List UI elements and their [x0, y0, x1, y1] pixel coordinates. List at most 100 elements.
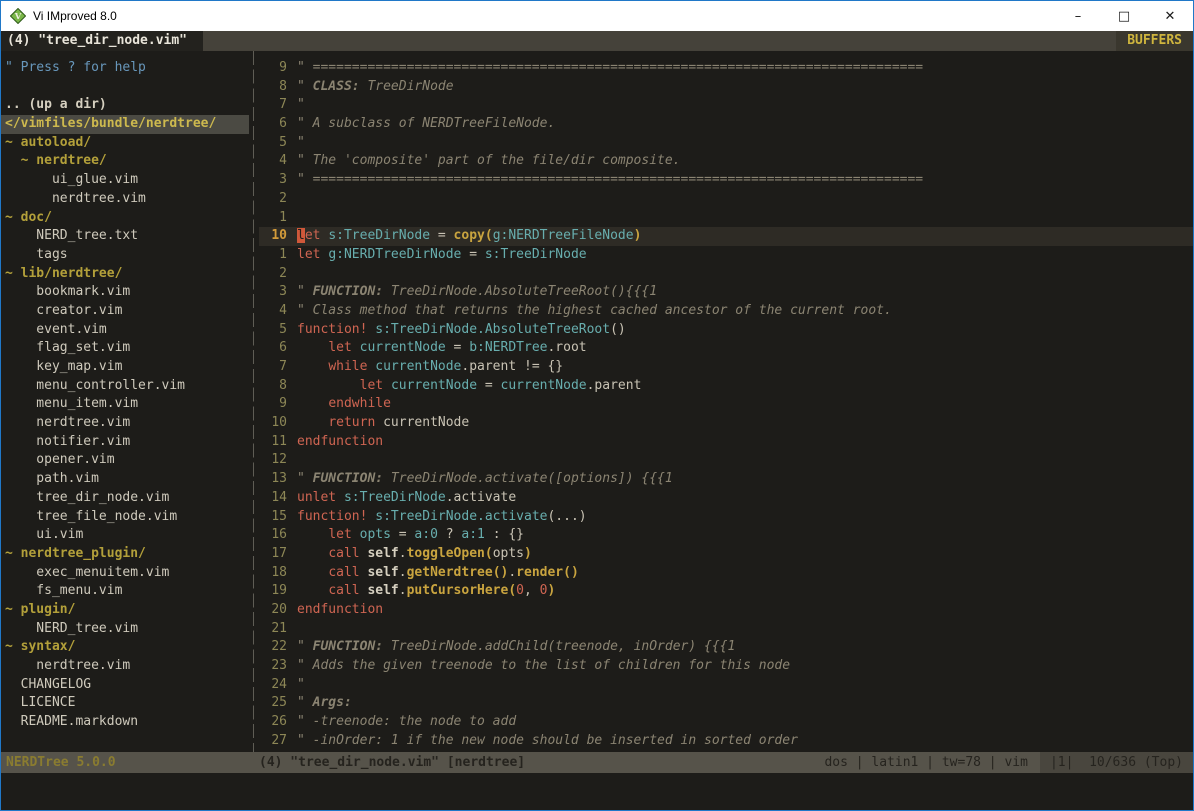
line-number: 1 — [259, 209, 287, 228]
tree-dir-row[interactable]: ~ doc/ — [5, 209, 249, 228]
tree-file-row[interactable]: nerdtree.vim — [5, 190, 249, 209]
tree-file-row[interactable]: notifier.vim — [5, 433, 249, 452]
code-token — [297, 415, 328, 430]
code-line[interactable]: 16 let opts = a:0 ? a:1 : {} — [259, 526, 1193, 545]
tree-file-row[interactable]: LICENCE — [5, 694, 249, 713]
code-line[interactable]: 10 return currentNode — [259, 414, 1193, 433]
code-line[interactable]: 1let g:NERDTreeDirNode = s:TreeDirNode — [259, 246, 1193, 265]
code-line[interactable]: 3" =====================================… — [259, 171, 1193, 190]
close-button[interactable]: ✕ — [1147, 1, 1193, 31]
tree-file-row[interactable]: tree_file_node.vim — [5, 508, 249, 527]
tree-file-row[interactable]: creator.vim — [5, 302, 249, 321]
tree-file-row[interactable]: README.markdown — [5, 713, 249, 732]
code-token — [352, 340, 360, 355]
line-number: 14 — [259, 489, 287, 508]
command-line[interactable] — [1, 773, 1193, 810]
tree-root-row[interactable]: </vimfiles/bundle/nerdtree/ — [1, 115, 249, 134]
tree-help-row[interactable]: " Press ? for help — [5, 59, 249, 78]
code-line[interactable]: 20endfunction — [259, 601, 1193, 620]
buffers-label[interactable]: BUFFERS — [1116, 31, 1193, 51]
code-line[interactable]: 14unlet s:TreeDirNode.activate — [259, 489, 1193, 508]
code-line[interactable]: 7 while currentNode.parent != {} — [259, 358, 1193, 377]
tree-file-row[interactable]: menu_item.vim — [5, 395, 249, 414]
code-line[interactable]: 27" -inOrder: 1 if the new node should b… — [259, 732, 1193, 751]
code-line-current[interactable]: 10let s:TreeDirNode = copy(g:NERDTreeFil… — [259, 227, 1193, 246]
code-line[interactable]: 6" A subclass of NERDTreeFileNode. — [259, 115, 1193, 134]
tree-dir-row[interactable]: ~ nerdtree_plugin/ — [5, 545, 249, 564]
tree-file-row[interactable]: ui.vim — [5, 526, 249, 545]
code-line[interactable]: 4" The 'composite' part of the file/dir … — [259, 152, 1193, 171]
line-number: 4 — [259, 152, 287, 171]
code-line[interactable]: 4" Class method that returns the highest… — [259, 302, 1193, 321]
code-text: " A subclass of NERDTreeFileNode. — [297, 115, 1193, 134]
code-line[interactable]: 23" Adds the given treenode to the list … — [259, 657, 1193, 676]
maximize-button[interactable]: □ — [1101, 1, 1147, 31]
code-token: ( — [485, 228, 493, 243]
code-token — [336, 490, 344, 505]
code-line[interactable]: 8 let currentNode = currentNode.parent — [259, 377, 1193, 396]
code-token: a:1 — [461, 527, 484, 542]
code-line[interactable]: 19 call self.putCursorHere(0, 0) — [259, 582, 1193, 601]
tree-file-row[interactable]: opener.vim — [5, 451, 249, 470]
code-line[interactable]: 11endfunction — [259, 433, 1193, 452]
code-token: opts — [493, 546, 524, 561]
nerdtree-statusline: NERDTree 5.0.0 — [1, 755, 259, 770]
code-line[interactable]: 13" FUNCTION: TreeDirNode.activate([opti… — [259, 470, 1193, 489]
code-line[interactable]: 9 endwhile — [259, 395, 1193, 414]
tree-file-row[interactable]: tree_dir_node.vim — [5, 489, 249, 508]
minimize-button[interactable]: – — [1055, 1, 1101, 31]
code-line[interactable]: 25" Args: — [259, 694, 1193, 713]
tree-up-row[interactable]: .. (up a dir) — [5, 96, 249, 115]
tree-file-row[interactable]: path.vim — [5, 470, 249, 489]
code-line[interactable]: 22" FUNCTION: TreeDirNode.addChild(treen… — [259, 638, 1193, 657]
code-line[interactable]: 2 — [259, 190, 1193, 209]
tree-file-row[interactable]: menu_controller.vim — [5, 377, 249, 396]
code-line[interactable]: 6 let currentNode = b:NERDTree.root — [259, 339, 1193, 358]
tree-file-row[interactable]: NERD_tree.txt — [5, 227, 249, 246]
code-line[interactable]: 8" CLASS: TreeDirNode — [259, 78, 1193, 97]
tree-file-row[interactable]: fs_menu.vim — [5, 582, 249, 601]
code-line[interactable]: 9" =====================================… — [259, 59, 1193, 78]
code-line[interactable]: 18 call self.getNerdtree().render() — [259, 564, 1193, 583]
code-line[interactable]: 5" — [259, 134, 1193, 153]
line-number: 10 — [259, 227, 287, 246]
code-line[interactable]: 15function! s:TreeDirNode.activate(...) — [259, 508, 1193, 527]
tree-file-row[interactable]: tags — [5, 246, 249, 265]
code-line[interactable]: 21 — [259, 620, 1193, 639]
code-token: " — [297, 284, 313, 299]
code-token: return — [328, 415, 375, 430]
code-line[interactable]: 2 — [259, 265, 1193, 284]
code-line[interactable]: 24" — [259, 676, 1193, 695]
tree-file-row[interactable]: event.vim — [5, 321, 249, 340]
code-token: unlet — [297, 490, 336, 505]
tree-file-row[interactable]: NERD_tree.vim — [5, 620, 249, 639]
window-separator[interactable] — [249, 51, 259, 752]
code-line[interactable]: 1 — [259, 209, 1193, 228]
tree-dir-row[interactable]: ~ lib/nerdtree/ — [5, 265, 249, 284]
code-line[interactable]: 5function! s:TreeDirNode.AbsoluteTreeRoo… — [259, 321, 1193, 340]
code-text — [297, 190, 1193, 209]
tree-dir-row[interactable]: ~ autoload/ — [5, 134, 249, 153]
tree-file-row[interactable]: flag_set.vim — [5, 339, 249, 358]
tab-tree-dir-node[interactable]: (4) "tree_dir_node.vim" — [1, 31, 203, 51]
line-number: 9 — [259, 59, 287, 78]
tree-file-row[interactable]: ui_glue.vim — [5, 171, 249, 190]
tree-file-row[interactable]: exec_menuitem.vim — [5, 564, 249, 583]
code-line[interactable]: 26" -treenode: the node to add — [259, 713, 1193, 732]
tree-file-row[interactable]: CHANGELOG — [5, 676, 249, 695]
tree-dir-row[interactable]: ~ nerdtree/ — [5, 152, 249, 171]
code-line[interactable]: 3" FUNCTION: TreeDirNode.AbsoluteTreeRoo… — [259, 283, 1193, 302]
tree-dir-row[interactable]: ~ syntax/ — [5, 638, 249, 657]
code-line[interactable]: 12 — [259, 451, 1193, 470]
code-text: endwhile — [297, 395, 1193, 414]
tree-file-row[interactable]: bookmark.vim — [5, 283, 249, 302]
tree-file-row[interactable]: nerdtree.vim — [5, 414, 249, 433]
code-line[interactable]: 17 call self.toggleOpen(opts) — [259, 545, 1193, 564]
editor-buffer[interactable]: 9" =====================================… — [259, 51, 1193, 752]
tree-file-row[interactable]: nerdtree.vim — [5, 657, 249, 676]
tree-dir-row[interactable]: ~ plugin/ — [5, 601, 249, 620]
tree-file-row[interactable]: key_map.vim — [5, 358, 249, 377]
code-text — [297, 451, 1193, 470]
code-token: , — [524, 583, 540, 598]
code-line[interactable]: 7" — [259, 96, 1193, 115]
